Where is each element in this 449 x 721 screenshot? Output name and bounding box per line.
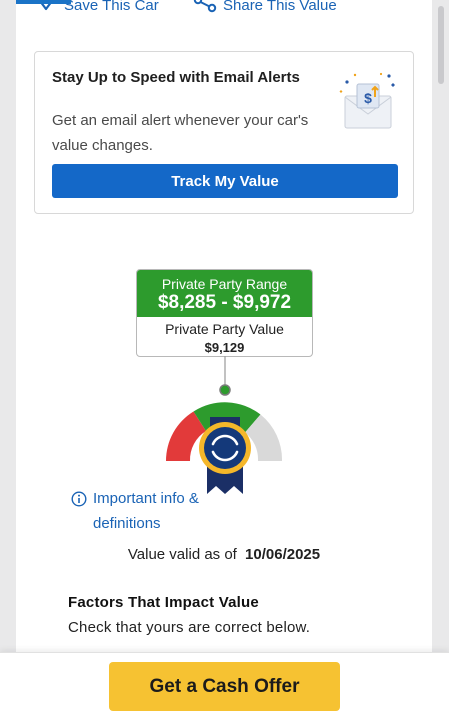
- value-valid-row: Value valid as of 10/06/2025: [16, 546, 432, 563]
- important-info-link[interactable]: Important info & definitions: [71, 486, 213, 536]
- scrollbar[interactable]: [438, 6, 444, 84]
- email-alert-card: Stay Up to Speed with Email Alerts Get a…: [34, 51, 414, 214]
- value-range-box: Private Party Range $8,285 - $9,972 Priv…: [136, 269, 313, 357]
- share-value-button[interactable]: Share This Value: [193, 0, 337, 16]
- bottom-action-bar: Get a Cash Offer: [0, 652, 449, 721]
- track-my-value-button[interactable]: Track My Value: [52, 164, 398, 198]
- alert-title: Stay Up to Speed with Email Alerts: [52, 69, 300, 86]
- page-content: Save This Car Share This Value Stay Up t…: [16, 0, 432, 720]
- svg-text:$: $: [364, 90, 372, 106]
- tab-indicator: [16, 0, 71, 4]
- value-gauge: [165, 356, 283, 494]
- save-car-label: Save This Car: [64, 0, 159, 14]
- private-party-value: $9,129: [204, 340, 245, 355]
- share-value-label: Share This Value: [223, 0, 337, 14]
- valid-date: 10/06/2025: [245, 546, 321, 563]
- factors-description: Check that yours are correct below.: [68, 619, 311, 636]
- share-icon: [193, 0, 217, 13]
- gauge-pointer-dot: [219, 384, 231, 396]
- get-cash-offer-button[interactable]: Get a Cash Offer: [109, 662, 340, 711]
- info-icon: [71, 491, 87, 507]
- envelope-with-dollar-icon: $: [339, 72, 395, 129]
- range-value: $8,285 - $9,972: [157, 292, 292, 313]
- valid-prefix: Value valid as of: [127, 546, 237, 563]
- private-party-value-label: Private Party Value: [165, 321, 284, 337]
- factors-title: Factors That Impact Value: [68, 594, 259, 611]
- alert-description: Get an email alert whenever your car's v…: [52, 112, 309, 154]
- range-label: Private Party Range: [161, 276, 288, 292]
- top-actions-row: Save This Car Share This Value: [16, 0, 432, 26]
- important-info-label: Important info & definitions: [93, 490, 199, 532]
- range-header: Private Party Range $8,285 - $9,972: [137, 270, 312, 317]
